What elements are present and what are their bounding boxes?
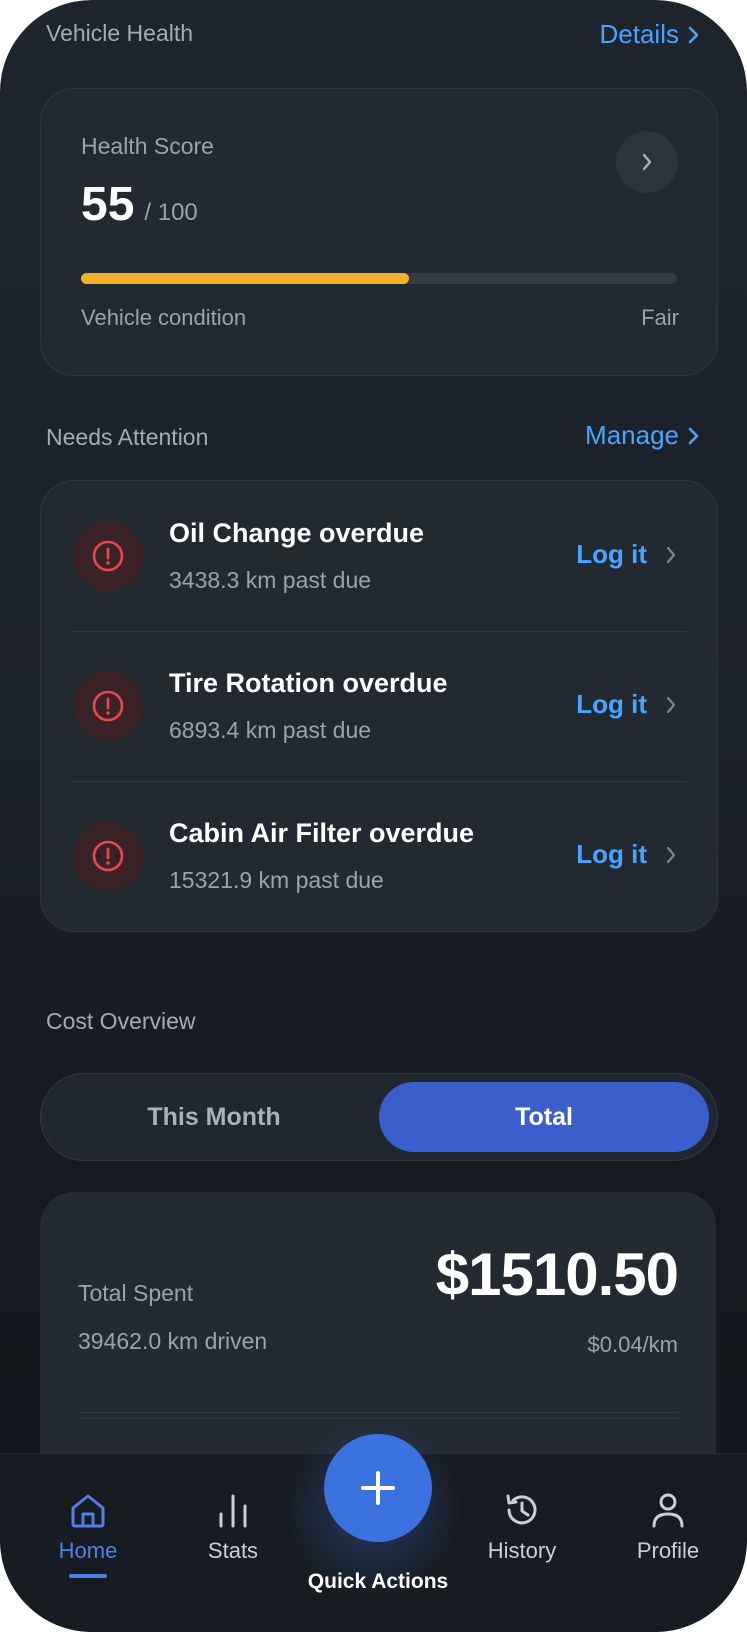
health-score-value: 55 [81,178,135,231]
health-score-max: / 100 [144,199,198,226]
item-subtitle: 6893.4 km past due [169,717,372,743]
log-it-label: Log it [576,689,647,719]
health-score: 55 / 100 [81,177,198,232]
home-icon [71,1494,105,1528]
nav-home[interactable]: Home [55,1490,121,1578]
nav-history-label: History [487,1538,557,1563]
nav-stats[interactable]: Stats [200,1490,266,1564]
item-title: Tire Rotation overdue [169,668,448,698]
log-it-button[interactable]: Log it [576,539,677,570]
health-score-label: Health Score [81,133,214,159]
total-spent-value: $1510.50 [435,1241,679,1308]
item-subtitle: 15321.9 km past due [169,867,384,893]
log-it-button[interactable]: Log it [576,689,677,720]
needs-attention-title: Needs Attention [46,424,209,450]
active-indicator [69,1574,107,1578]
chevron-right-icon [688,427,699,444]
bottom-nav: Home Stats Quick Actions History Profile [0,1409,747,1632]
quick-actions-button[interactable] [324,1434,432,1542]
nav-home-label: Home [58,1538,118,1563]
app-screen: Vehicle Health Details Health Score 55 /… [0,0,747,1632]
log-it-label: Log it [576,539,647,569]
nav-profile[interactable]: Profile [620,1490,716,1564]
chevron-right-icon [688,26,699,43]
health-score-card[interactable]: Health Score 55 / 100 Vehicle condition … [40,88,718,376]
nav-stats-label: Stats [207,1538,259,1563]
health-detail-button[interactable] [616,131,678,193]
log-it-button[interactable]: Log it [576,839,677,870]
item-subtitle: 3438.3 km past due [169,567,372,593]
cost-per-km: $0.04/km [587,1332,679,1357]
chevron-right-icon [666,546,676,563]
manage-link[interactable]: Manage [585,420,701,451]
details-link-label: Details [599,19,679,49]
health-progress-fill [81,273,409,284]
cost-overview-title: Cost Overview [46,1008,196,1034]
vehicle-condition-value: Fair [641,305,679,330]
history-icon [506,1494,537,1525]
list-item[interactable]: Oil Change overdue 3438.3 km past due Lo… [41,481,717,631]
vehicle-health-title: Vehicle Health [46,20,194,46]
chevron-right-icon [642,153,652,171]
manage-link-label: Manage [585,420,679,450]
vehicle-condition-label: Vehicle condition [81,305,247,330]
list-item[interactable]: Cabin Air Filter overdue 15321.9 km past… [41,781,717,931]
segment-this-month[interactable]: This Month [49,1082,379,1152]
segment-total[interactable]: Total [379,1082,709,1152]
chevron-right-icon [666,696,676,713]
warning-icon [73,521,143,591]
details-link[interactable]: Details [600,19,701,50]
profile-icon [652,1493,684,1528]
stats-icon [219,1494,247,1528]
plus-icon [361,1471,395,1505]
list-item[interactable]: Tire Rotation overdue 6893.4 km past due… [41,631,717,781]
km-driven: 39462.0 km driven [78,1328,268,1354]
item-title: Cabin Air Filter overdue [169,818,475,848]
warning-icon [73,671,143,741]
nav-history[interactable]: History [472,1490,572,1564]
log-it-label: Log it [576,839,647,869]
health-progress-track [81,273,677,284]
quick-actions-label: Quick Actions [307,1570,449,1593]
nav-profile-label: Profile [636,1538,700,1563]
warning-icon [73,821,143,891]
cost-period-toggle: This Month Total [40,1073,718,1161]
item-title: Oil Change overdue [169,518,425,548]
total-spent-label: Total Spent [78,1280,194,1306]
chevron-right-icon [666,846,676,863]
needs-attention-card: Oil Change overdue 3438.3 km past due Lo… [40,480,718,932]
